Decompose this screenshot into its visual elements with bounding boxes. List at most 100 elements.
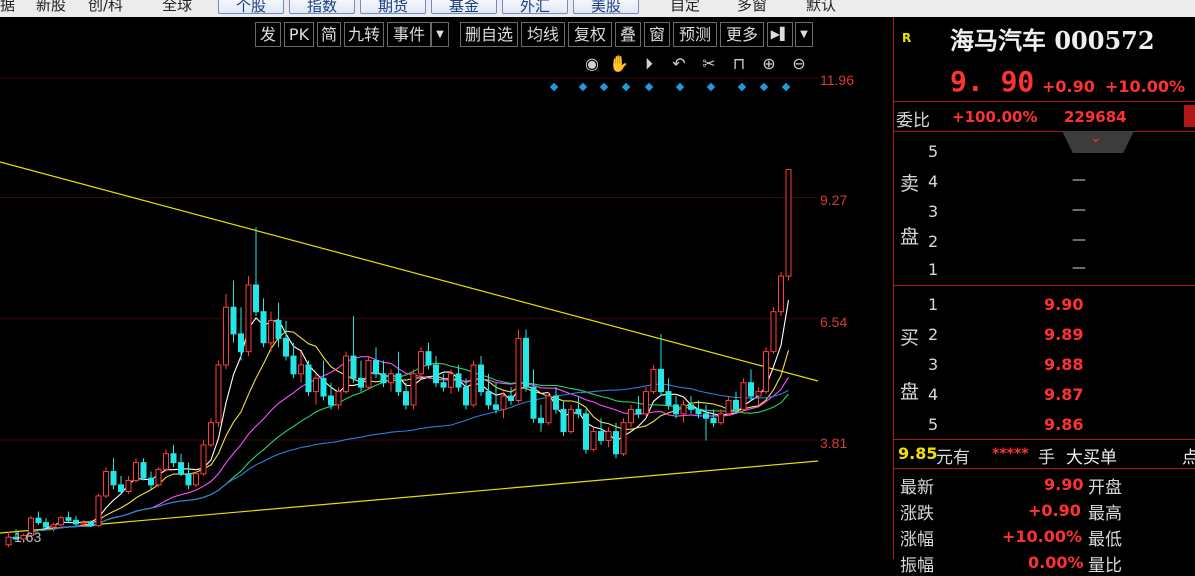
lock-icon[interactable]: ⊓: [730, 55, 748, 73]
toolbar-window-button[interactable]: 窗: [644, 22, 670, 47]
candle-body: [245, 284, 252, 353]
candle-body: [613, 431, 619, 455]
toolbar-pk-button[interactable]: PK: [284, 22, 314, 47]
candle-body: [268, 320, 274, 344]
candle-body: [335, 391, 342, 406]
zoom-in-icon[interactable]: ⊕: [760, 55, 778, 73]
buy-label: 盘: [900, 381, 920, 403]
candle-body: [770, 311, 777, 353]
toolbar-more-dropdown[interactable]: ▼: [795, 22, 813, 47]
toolbar-more-button[interactable]: 更多: [720, 22, 764, 47]
undo-icon[interactable]: ↶: [670, 55, 688, 73]
stat-value: 0.00%: [1028, 553, 1084, 572]
ma5-line: [8, 300, 790, 539]
menu-multi-window[interactable]: 多窗: [737, 0, 767, 14]
candle-body: [620, 422, 627, 455]
candle-body: [733, 399, 739, 410]
tab-index[interactable]: 指数: [289, 0, 355, 15]
panel-toggle-icon[interactable]: ▶▌: [767, 22, 793, 47]
zoom-out-icon[interactable]: ⊖: [790, 55, 808, 73]
candle-body: [433, 364, 439, 384]
candle-body: [208, 422, 214, 446]
candle-body: [500, 395, 507, 410]
candle-body: [553, 395, 559, 410]
candle-body: [545, 395, 552, 424]
sell-label: 盘: [900, 226, 920, 248]
ascending-trendline: [0, 460, 818, 534]
bigorder-label[interactable]: 大买单: [1066, 443, 1117, 468]
chevron-down-icon[interactable]: ⌄: [1090, 130, 1102, 146]
stock-name-code: 海马汽车 000572: [950, 26, 1155, 55]
menu-default[interactable]: 默认: [806, 0, 836, 14]
menu-ipo[interactable]: 新股: [36, 0, 66, 14]
toolbar-event-dropdown[interactable]: ▼: [431, 22, 449, 47]
bid-level: 3: [928, 355, 939, 374]
divider: [894, 468, 1195, 469]
menu-data[interactable]: 据: [0, 0, 15, 14]
toolbar-adjust-button[interactable]: 复权: [568, 22, 612, 47]
eye-icon[interactable]: ◉: [583, 55, 601, 73]
menu-chinext[interactable]: 创/科: [88, 0, 123, 14]
candle-body: [133, 462, 139, 481]
stat-value: +0.90: [1028, 501, 1081, 520]
tab-stock[interactable]: 个股: [218, 0, 284, 15]
candle-body: [763, 351, 769, 393]
ask-price: —: [1072, 232, 1086, 248]
toolbar-ma-button[interactable]: 均线: [521, 22, 565, 47]
ask-price: —: [1072, 172, 1086, 188]
tab-us-stocks[interactable]: 美股: [573, 0, 639, 15]
play-icon[interactable]: ⏵: [640, 55, 658, 73]
candle-body: [125, 479, 132, 493]
tab-funds[interactable]: 基金: [431, 0, 497, 15]
candle-body: [455, 373, 462, 388]
bigorder-price: 9.85: [898, 444, 938, 463]
bid-level: 2: [928, 325, 939, 344]
candle-body: [305, 364, 312, 393]
candle-body: [103, 471, 109, 497]
weibi-pct: +100.00%: [952, 108, 1038, 126]
candle-body: [313, 377, 319, 393]
candle-body: [388, 373, 394, 384]
menu-global[interactable]: 全球: [162, 0, 192, 14]
candle-body: [320, 377, 327, 397]
divider: [894, 439, 1195, 440]
toolbar-nine-turn-button[interactable]: 九转: [344, 22, 384, 47]
r-badge: R: [902, 31, 912, 45]
menu-custom[interactable]: 自定: [670, 0, 700, 14]
trend-lines: [0, 161, 818, 534]
toolbar-event-button[interactable]: 事件: [387, 22, 431, 47]
toolbar-send-button[interactable]: 发: [255, 22, 281, 47]
tab-forex[interactable]: 外汇: [502, 0, 568, 15]
candle-body: [568, 408, 574, 433]
candle-body: [410, 373, 417, 406]
toolbar-overlay-button[interactable]: 叠: [615, 22, 641, 47]
candle-body: [298, 364, 304, 375]
toolbar-forecast-button[interactable]: 预测: [673, 22, 717, 47]
candle-body: [80, 522, 87, 525]
divider: [894, 285, 1195, 286]
candle-body: [260, 311, 267, 344]
hand-icon[interactable]: ✋: [609, 55, 629, 73]
ask-level: 4: [928, 172, 939, 191]
candle-body: [755, 391, 762, 397]
bigorder-tail: 点: [1182, 448, 1195, 468]
tab-futures[interactable]: 期货: [360, 0, 426, 15]
stat-label: 涨幅: [900, 530, 934, 550]
candle-body: [725, 399, 732, 415]
y-tick-label: 11.96: [820, 72, 854, 88]
candle-body: [470, 364, 477, 406]
toolbar-simple-button[interactable]: 简: [317, 22, 341, 47]
candle-body: [148, 477, 154, 486]
candle-body: [5, 536, 12, 546]
scissors-icon[interactable]: ✂: [700, 55, 718, 73]
low-price-label: 1.63: [14, 529, 42, 545]
candle-body: [605, 431, 612, 441]
toolbar-remove-favorite-button[interactable]: 删自选: [460, 22, 518, 47]
candle-body: [440, 382, 447, 388]
y-tick-label: 3.81: [820, 435, 848, 451]
candle-body: [73, 519, 79, 525]
bid-level: 1: [928, 295, 939, 314]
candle-body: [560, 408, 567, 433]
kline-chart[interactable]: [0, 17, 818, 559]
candle-body: [515, 337, 522, 401]
